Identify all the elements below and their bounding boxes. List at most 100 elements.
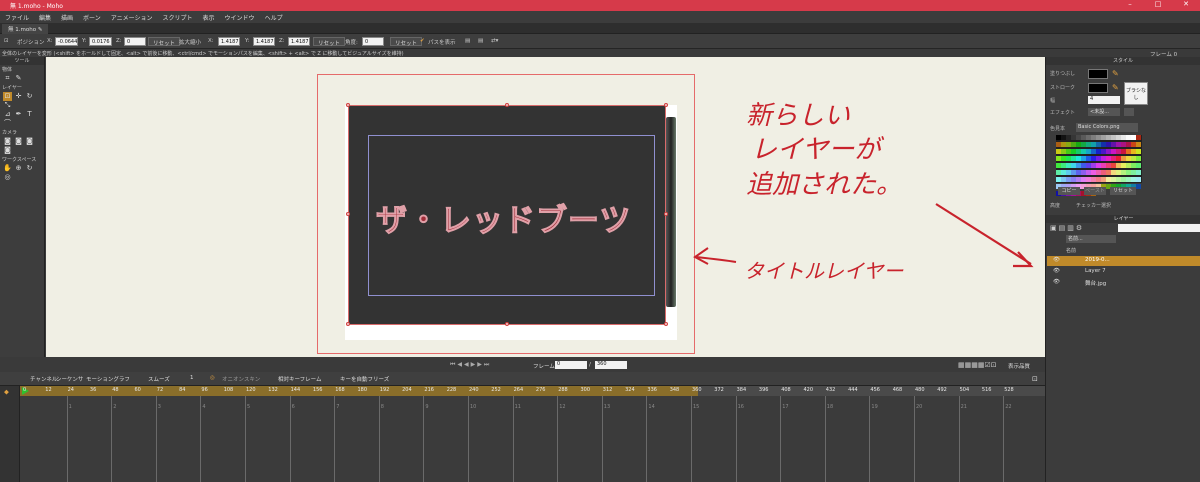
layer-row-selected[interactable]: 👁 2019-0... xyxy=(1047,256,1200,266)
visibility-icon[interactable]: 👁 xyxy=(1053,268,1060,274)
paste-icon[interactable]: ▤ xyxy=(478,38,483,44)
tab-motion-graph[interactable]: モーショングラフ xyxy=(86,375,130,383)
display-quality-menu[interactable]: 表示品質 xyxy=(1008,362,1030,370)
layer-row[interactable]: 👁 舞台.jpg xyxy=(1047,278,1200,288)
handle-top-right[interactable] xyxy=(664,103,668,107)
position-z-input[interactable]: 0 xyxy=(124,37,146,46)
orbit-icon[interactable]: ◎ xyxy=(3,173,12,182)
interpolation-count[interactable]: 1 xyxy=(190,375,194,381)
scale-layer-icon[interactable]: ⤡ xyxy=(3,101,12,110)
minimize-icon[interactable]: – xyxy=(1120,0,1140,8)
copy-icon[interactable]: ▤ xyxy=(465,38,470,44)
palette-swatch[interactable] xyxy=(1136,184,1141,189)
maximize-icon[interactable]: □ xyxy=(1148,0,1168,8)
view-mode-icons[interactable]: ▦▦▦▦☑⊡ xyxy=(958,361,997,369)
visibility-icon[interactable]: 👁 xyxy=(1053,257,1060,263)
transform-layer-icon[interactable]: ⊡ xyxy=(3,92,12,101)
flip-icon[interactable]: ⇄▾ xyxy=(491,38,498,44)
move-icon[interactable]: ✛ xyxy=(14,92,23,101)
show-path-label: パスを表示 xyxy=(428,40,456,46)
palette-paste-button[interactable]: ペースト xyxy=(1084,187,1106,195)
tab-sequencer[interactable]: シーケンサ xyxy=(56,375,83,383)
effect-menu-button[interactable] xyxy=(1124,108,1134,116)
stroke-pencil-icon[interactable]: ✎ xyxy=(1112,83,1119,92)
checker-select-checkbox[interactable]: チェッカー選択 xyxy=(1076,202,1111,209)
reset-position-button[interactable]: リセット xyxy=(148,37,181,47)
palette-swatch[interactable] xyxy=(1136,163,1141,168)
color-palette[interactable] xyxy=(1056,135,1142,196)
reset-scale-button[interactable]: リセット xyxy=(313,37,346,47)
handle-right[interactable] xyxy=(664,212,668,216)
auto-freeze-label[interactable]: キーを自動フリーズ xyxy=(340,375,389,383)
palette-swatch[interactable] xyxy=(1136,135,1141,140)
timeline-menu-icon[interactable]: ⊡ xyxy=(1032,375,1038,383)
fill-pencil-icon[interactable]: ✎ xyxy=(1112,69,1119,78)
no-brush-button[interactable]: ブラシなし xyxy=(1124,82,1148,105)
onion-skin-label[interactable]: オニオンスキン xyxy=(222,375,260,383)
handle-bottom-left[interactable] xyxy=(346,322,350,326)
camera-roll-icon[interactable]: ◙ xyxy=(25,137,34,146)
canvas-area[interactable]: ザ・レッドブーツ 新らしい レイヤーが 追加された。 タイトルレイヤー xyxy=(46,57,1045,357)
transform-points-icon[interactable]: ⌗ xyxy=(3,74,12,83)
fill-color-swatch[interactable] xyxy=(1088,69,1108,79)
camera-pan-icon[interactable]: ◙ xyxy=(3,146,12,155)
switch-layer-icon[interactable]: ⌒ xyxy=(3,119,12,128)
handle-left[interactable] xyxy=(346,212,350,216)
layer-settings-icon[interactable]: ⚙ xyxy=(1076,224,1084,232)
title-text-layer[interactable]: ザ・レッドブーツ xyxy=(376,195,646,240)
advanced-checkbox[interactable]: 高度 xyxy=(1050,202,1060,209)
stroke-color-swatch[interactable] xyxy=(1088,83,1108,93)
pen-icon[interactable]: ✎ xyxy=(14,74,23,83)
layer-filter-select[interactable]: 名前... xyxy=(1066,235,1116,243)
reset-angle-button[interactable]: リセット xyxy=(390,37,423,47)
handle-bottom[interactable] xyxy=(505,322,509,326)
palette-copy-button[interactable]: コピー xyxy=(1058,187,1080,195)
delete-layer-icon[interactable]: ▥ xyxy=(1067,224,1076,232)
palette-reset-button[interactable]: リセット xyxy=(1110,187,1136,195)
position-y-input[interactable]: 0.0176 xyxy=(89,37,112,46)
scale-y-input[interactable]: 1.4187 xyxy=(253,37,275,46)
handle-top[interactable] xyxy=(505,103,509,107)
palette-swatch[interactable] xyxy=(1136,177,1141,182)
close-icon[interactable]: ✕ xyxy=(1176,0,1196,8)
palette-swatch[interactable] xyxy=(1136,156,1141,161)
end-frame-input[interactable]: 360 xyxy=(595,361,627,369)
rotate-view-icon[interactable]: ↻ xyxy=(25,164,34,173)
scale-x-input[interactable]: 1.4187 xyxy=(218,37,240,46)
palette-select[interactable]: Basic Colors.png xyxy=(1076,123,1138,132)
rotate-layer-icon[interactable]: ↻ xyxy=(25,92,34,101)
duplicate-layer-icon[interactable]: ▤ xyxy=(1059,224,1068,232)
shear-icon[interactable]: ⊿ xyxy=(3,110,12,119)
onion-icon[interactable]: ◎ xyxy=(210,375,215,381)
camera-zoom-icon[interactable]: ◙ xyxy=(14,137,23,146)
zoom-icon[interactable]: ⊕ xyxy=(14,164,23,173)
interpolation-select[interactable]: スムーズ xyxy=(148,375,170,383)
width-input[interactable]: 4 xyxy=(1088,96,1120,104)
frame-input[interactable]: 0 xyxy=(555,361,587,369)
palette-swatch[interactable] xyxy=(1136,149,1141,154)
timeline-ruler[interactable]: 0 12 24 36 48 60 72 84 96 108 120 132 144 156 168 180 19… xyxy=(20,386,1045,396)
layer-row[interactable]: 👁 Layer 7 xyxy=(1047,267,1200,277)
tab-channels[interactable]: チャンネル xyxy=(30,375,57,383)
close-tab-icon[interactable]: ✎ xyxy=(38,27,43,33)
camera-track-icon[interactable]: ◙ xyxy=(3,137,12,146)
new-layer-icon[interactable]: ▣ xyxy=(1050,224,1059,232)
angle-input[interactable]: 0 xyxy=(362,37,384,46)
hand-icon[interactable]: ✋ xyxy=(3,164,12,173)
handle-bottom-right[interactable] xyxy=(664,322,668,326)
palette-swatch[interactable] xyxy=(1136,142,1141,147)
playback-controls[interactable]: ⏮◀◀▶▶⏭ xyxy=(450,361,491,369)
position-x-input[interactable]: -0.0644 xyxy=(55,37,78,46)
scale-z-input[interactable]: 1.4187 xyxy=(288,37,310,46)
effect-select[interactable]: <未設... xyxy=(1088,108,1120,116)
visibility-icon[interactable]: 👁 xyxy=(1053,279,1060,285)
text-tool-icon[interactable]: T xyxy=(25,110,34,119)
show-path-checkbox[interactable]: ✔ xyxy=(420,38,425,44)
eyedropper-icon[interactable]: ✒ xyxy=(14,110,23,119)
handle-top-left[interactable] xyxy=(346,103,350,107)
tab-document[interactable]: 無 1.moho ✎ xyxy=(2,24,49,34)
layer-search-input[interactable] xyxy=(1118,224,1200,232)
palette-swatch[interactable] xyxy=(1136,170,1141,175)
timeline-body[interactable]: 1 2 3 4 5 6 7 8 9 10 11 12 13 14 15 16 17 18 19 20 21 22 xyxy=(20,396,1045,482)
relative-keyframe-label[interactable]: 相対キーフレーム xyxy=(278,375,322,383)
